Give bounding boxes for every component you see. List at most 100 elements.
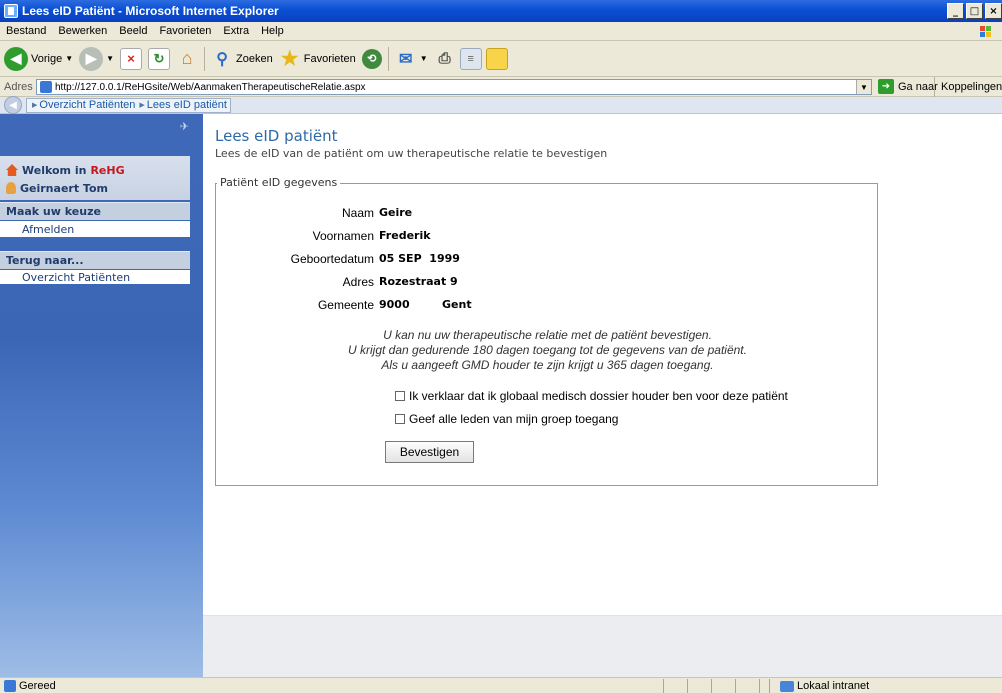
page-subtitle: Lees de eID van de patiënt om uw therape… xyxy=(215,147,608,160)
window-controls: _ □ × xyxy=(945,3,1002,19)
gmd-checkbox-label[interactable]: Ik verklaar dat ik globaal medisch dossi… xyxy=(409,389,788,403)
ie-app-icon[interactable] xyxy=(4,4,18,18)
back-dropdown-icon[interactable]: ▼ xyxy=(65,54,73,63)
links-button[interactable]: Koppelingen xyxy=(934,77,1002,97)
naam-label: Naam xyxy=(341,206,374,220)
gmd-checkbox-row[interactable]: Ik verklaar dat ik globaal medisch dossi… xyxy=(395,389,788,403)
gemeente-label: Gemeente xyxy=(317,298,374,312)
gemeente-value: Gent xyxy=(442,298,472,311)
breadcrumb-back-icon[interactable]: ◀ xyxy=(4,96,22,114)
main-content: Lees eID patiënt Lees de eID van de pati… xyxy=(203,114,1002,615)
address-url[interactable]: http://127.0.0.1/ReHGsite/Web/AanmakenTh… xyxy=(55,82,366,93)
toolbar: ◀ Vorige ▼ ▶ ▼ × ↻ ⌂ ⚲ Zoeken ★ Favoriet… xyxy=(0,41,1002,77)
forward-arrow-icon: ▶ xyxy=(79,46,104,71)
intranet-zone-icon xyxy=(780,680,794,692)
chevron-right-icon: ▶ xyxy=(32,102,38,109)
geboortedatum-label: Geboortedatum xyxy=(290,252,374,266)
windows-logo-icon xyxy=(974,23,998,40)
breadcrumb: ▶ Overzicht Patiënten ▶ Lees eID patiënt xyxy=(26,97,231,113)
group-checkbox[interactable] xyxy=(395,414,405,424)
fieldset-legend: Patiënt eID gegevens xyxy=(217,176,341,189)
address-dropdown-icon[interactable]: ▼ xyxy=(856,80,871,94)
gmd-checkbox[interactable] xyxy=(395,391,405,401)
patient-eid-fieldset: Patiënt eID gegevens Naam Geire Voorname… xyxy=(215,176,879,486)
address-input[interactable]: http://127.0.0.1/ReHGsite/Web/AanmakenTh… xyxy=(36,79,872,95)
favorites-star-icon: ★ xyxy=(280,48,299,70)
edit-icon[interactable]: ≡ xyxy=(459,47,482,70)
breadcrumb-current[interactable]: Lees eID patiënt xyxy=(147,99,227,111)
welcome-row: Welkom in ReHG xyxy=(0,161,190,179)
forward-dropdown-icon[interactable]: ▼ xyxy=(106,54,114,63)
search-icon: ⚲ xyxy=(216,50,228,68)
menu-bar: Bestand Bewerken Beeld Favorieten Extra … xyxy=(0,22,1002,41)
user-icon xyxy=(6,182,16,194)
sidebar-item-patients[interactable]: Overzicht Patiënten xyxy=(0,270,190,284)
status-panel xyxy=(711,679,735,693)
confirm-button[interactable]: Bevestigen xyxy=(385,441,474,463)
breadcrumb-patients-link[interactable]: Overzicht Patiënten xyxy=(39,99,135,111)
status-panel xyxy=(687,679,711,693)
go-label: Ga naar xyxy=(898,80,938,93)
breadcrumb-bar: ◀ ▶ Overzicht Patiënten ▶ Lees eID patië… xyxy=(0,96,1002,114)
menu-file[interactable]: Bestand xyxy=(0,25,52,37)
address-bar: Adres http://127.0.0.1/ReHGsite/Web/Aanm… xyxy=(0,77,1002,97)
menu-help[interactable]: Help xyxy=(255,25,290,37)
field-naam: Naam Geire xyxy=(216,206,879,222)
voornamen-value: Frederik xyxy=(379,229,431,242)
status-bar: Gereed Lokaal intranet xyxy=(0,677,1002,693)
refresh-icon[interactable]: ↻ xyxy=(148,47,171,70)
address-label: Adres xyxy=(4,80,33,93)
mail-button[interactable]: ✉ ▼ xyxy=(395,48,428,70)
menu-view[interactable]: Beeld xyxy=(113,25,153,37)
window-title: Lees eID Patiënt - Microsoft Internet Ex… xyxy=(22,4,279,18)
field-adres: Adres Rozestraat 9 xyxy=(216,275,879,291)
stop-icon[interactable]: × xyxy=(120,47,143,70)
geboortedatum-value: 05 SEP 1999 xyxy=(379,252,460,265)
history-icon[interactable]: ⟲ xyxy=(361,48,382,69)
user-row: Geirnaert Tom xyxy=(0,179,190,197)
print-icon[interactable]: ⎙ xyxy=(434,48,456,70)
minimize-button[interactable]: _ xyxy=(947,3,964,19)
sidebar-welcome-panel: Welkom in ReHG Geirnaert Tom xyxy=(0,156,190,200)
mail-dropdown-icon[interactable]: ▼ xyxy=(420,54,428,63)
search-button[interactable]: ⚲ Zoeken xyxy=(211,48,273,70)
group-checkbox-row[interactable]: Geef alle leden van mijn groep toegang xyxy=(395,412,618,426)
favorites-button[interactable]: ★ Favorieten xyxy=(279,48,356,70)
page-status-icon xyxy=(4,679,16,692)
menu-edit[interactable]: Bewerken xyxy=(52,25,113,37)
user-name: Geirnaert Tom xyxy=(20,181,108,195)
go-button[interactable]: ➜ Ga naar xyxy=(878,79,938,94)
field-gemeente: Gemeente 9000 Gent xyxy=(216,298,879,314)
info-line-1: U kan nu uw therapeutische relatie met d… xyxy=(383,328,712,342)
status-panel xyxy=(663,679,687,693)
toolbar-separator xyxy=(204,46,206,71)
voornamen-label: Voornamen xyxy=(312,229,374,243)
home-icon xyxy=(6,164,18,176)
group-checkbox-label[interactable]: Geef alle leden van mijn groep toegang xyxy=(409,412,618,426)
mail-icon: ✉ xyxy=(399,50,413,68)
sidebar-item-logout[interactable]: Afmelden xyxy=(0,221,190,237)
back-button[interactable]: ◀ Vorige ▼ xyxy=(4,46,73,71)
close-button[interactable]: × xyxy=(985,3,1002,19)
security-zone[interactable]: Lokaal intranet xyxy=(769,679,1002,693)
field-voornamen: Voornamen Frederik xyxy=(216,229,879,245)
pin-icon[interactable]: ✈ xyxy=(180,120,189,133)
menu-tools[interactable]: Extra xyxy=(217,25,255,37)
page-title: Lees eID patiënt xyxy=(215,127,338,145)
adres-label: Adres xyxy=(342,275,374,289)
status-panel xyxy=(735,679,759,693)
home-icon[interactable]: ⌂ xyxy=(176,47,199,70)
welcome-app-name: ReHG xyxy=(90,163,125,177)
window-titlebar: Lees eID Patiënt - Microsoft Internet Ex… xyxy=(0,0,1002,22)
postcode-value: 9000 xyxy=(379,298,410,311)
sidebar-section-choice: Maak uw keuze xyxy=(0,202,190,220)
toolbar-separator xyxy=(387,46,389,71)
page-icon xyxy=(40,81,52,93)
messenger-icon[interactable] xyxy=(485,47,508,70)
welcome-text: Welkom in xyxy=(22,163,87,177)
forward-button[interactable]: ▶ ▼ xyxy=(79,46,114,71)
info-line-3: Als u aangeeft GMD houder te zijn krijgt… xyxy=(381,358,714,372)
maximize-button[interactable]: □ xyxy=(966,3,983,19)
content-footer-area xyxy=(203,615,1002,677)
menu-favorites[interactable]: Favorieten xyxy=(153,25,217,37)
